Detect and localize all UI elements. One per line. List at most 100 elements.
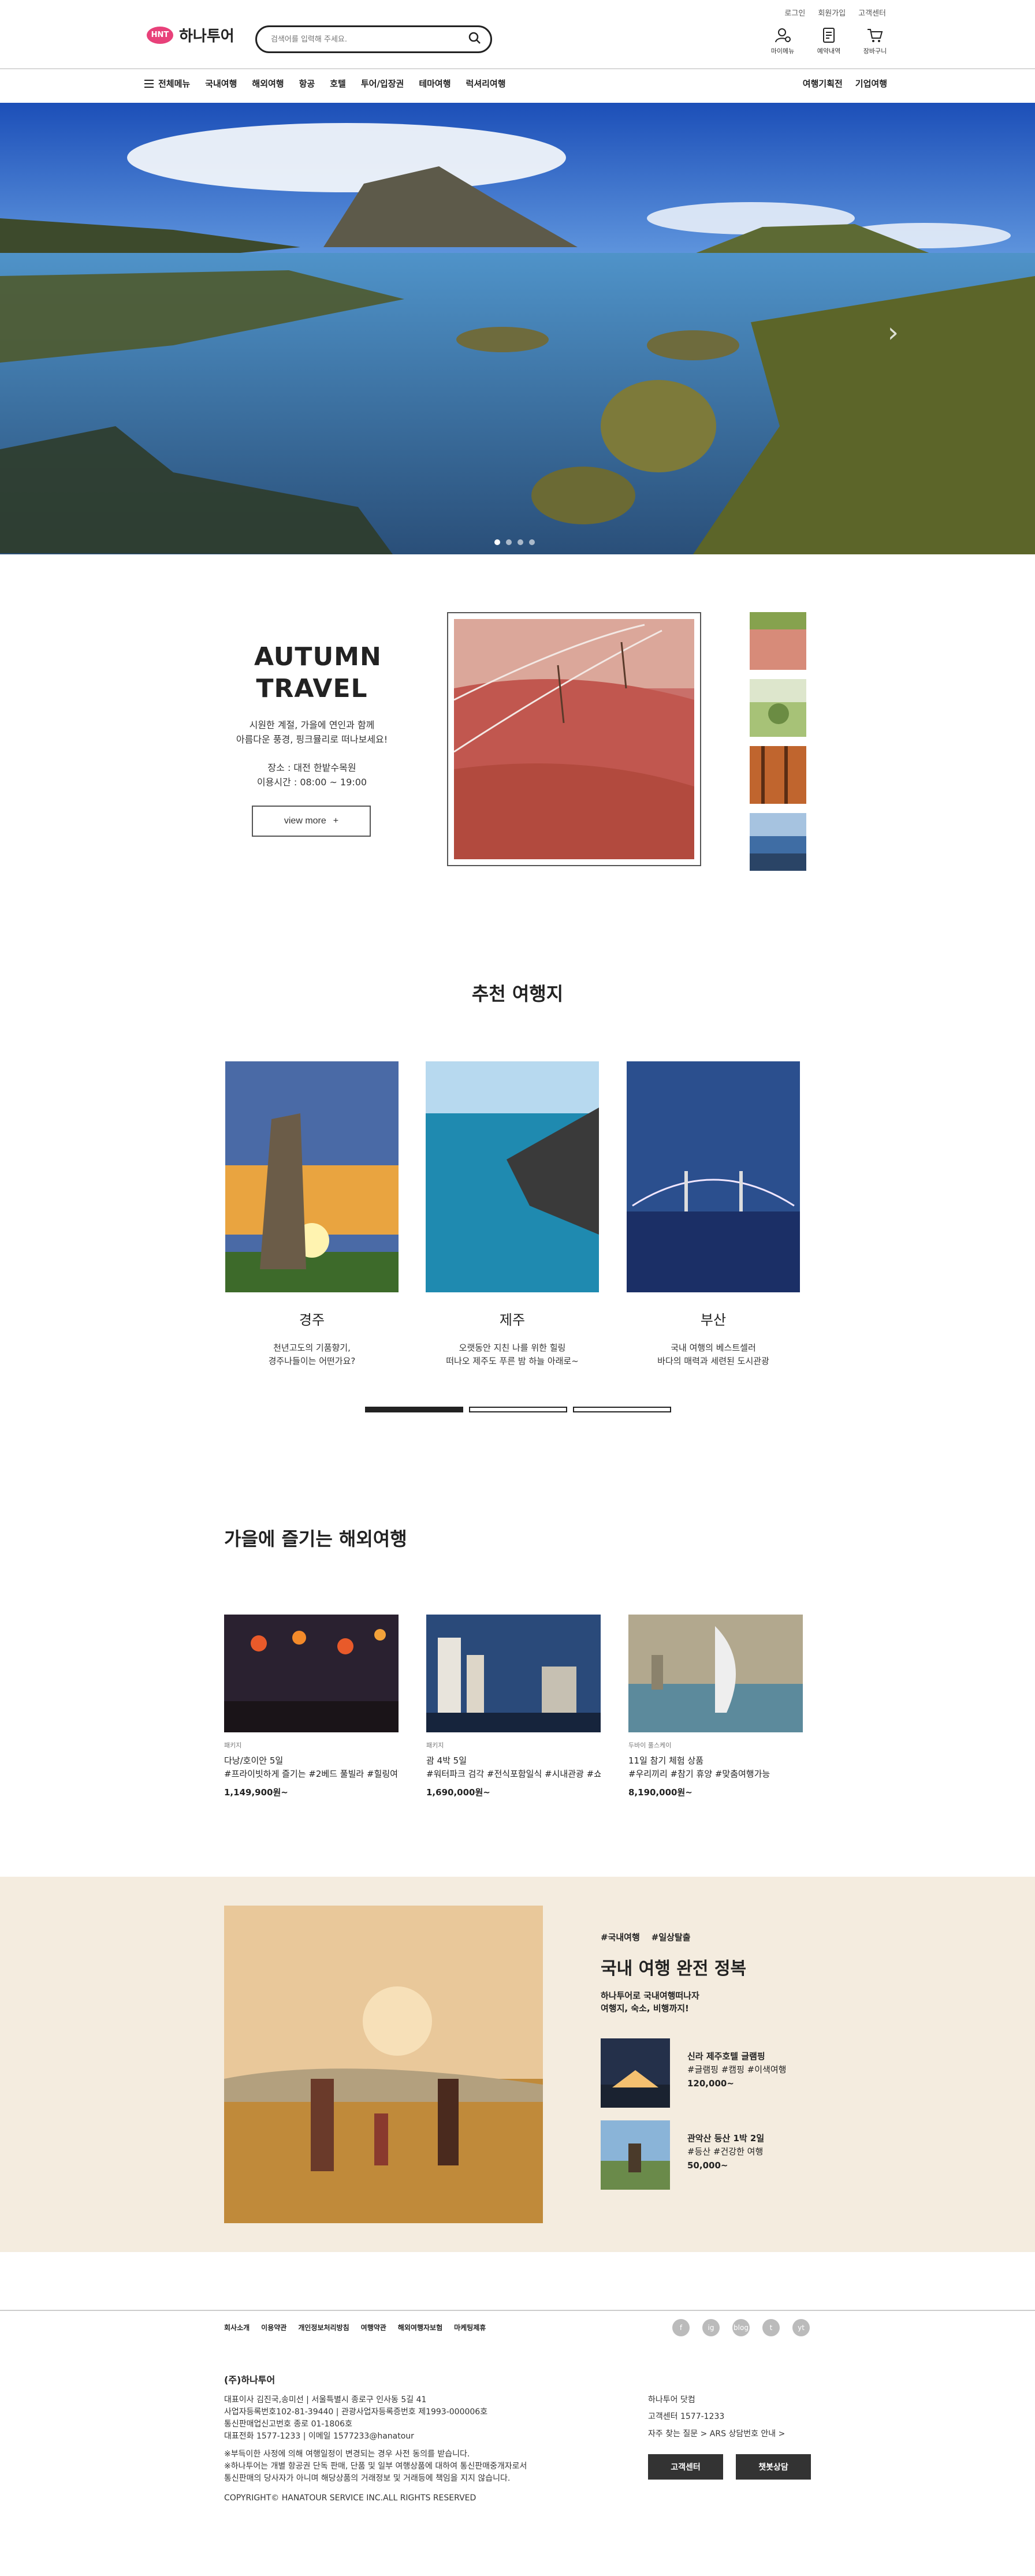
hero-image <box>0 103 1035 554</box>
domestic-item-tags: #글램핑 #캠핑 #이색여행 <box>687 2064 787 2075</box>
social-links: f ig blog t yt <box>672 2319 810 2336</box>
overseas-card[interactable]: 패키지 괌 4박 5일 #워터파크 검각 #전식포함일식 #시내관광 #쇼그룹 … <box>426 1615 601 1798</box>
overseas-image <box>628 1615 803 1732</box>
domestic-sub-line1: 하나투어로 국내여행떠나자 <box>601 1990 699 2001</box>
autumn-info: 장소 : 대전 한밭수목원 이용시간 : 08:00 ~ 19:00 <box>219 761 404 790</box>
footer-link-terms[interactable]: 이용약관 <box>261 2322 286 2332</box>
user-icon <box>775 28 791 43</box>
facebook-icon[interactable]: f <box>672 2319 690 2336</box>
my-menu-label: 마이메뉴 <box>770 47 795 55</box>
autumn-hours: 이용시간 : 08:00 ~ 19:00 <box>256 776 367 788</box>
company-name: (주)하나투어 <box>224 2374 275 2385</box>
nav-item-flight[interactable]: 항공 <box>299 77 315 90</box>
overseas-image <box>426 1615 601 1732</box>
autumn-desc-line2: 아름다운 풍경, 핑크뮬리로 떠나보세요! <box>236 733 388 745</box>
domestic-item-price: 120,000~ <box>687 2078 734 2089</box>
pager-bar[interactable] <box>365 1407 463 1412</box>
cart-button[interactable]: 장바구니 <box>861 27 889 55</box>
hero-dot[interactable] <box>506 539 512 545</box>
login-link[interactable]: 로그인 <box>784 7 805 18</box>
overseas-card[interactable]: 두바이 풀스케이 11일 참기 체험 상품 #우리끼리 #참기 휴양 #맞춤여행… <box>628 1615 803 1798</box>
instagram-icon[interactable]: ig <box>702 2319 720 2336</box>
overseas-card[interactable]: 패키지 다낭/호이안 5일 #프라이빗하게 즐기는 #2베드 풀빌라 #힐링여행… <box>224 1615 399 1798</box>
nav-item-overseas[interactable]: 해외여행 <box>252 77 284 90</box>
autumn-description: 시원한 계절, 가을에 연인과 함께 아름다운 풍경, 핑크뮬리로 떠나보세요! <box>219 718 404 747</box>
company-info: 대표이사 김진국,송미선 | 서울특별시 종로구 인사동 5길 41 사업자등록… <box>224 2394 487 2443</box>
cs-faq-links[interactable]: 자주 찾는 질문 > ARS 상담번호 안내 > <box>648 2426 785 2443</box>
autumn-place: 장소 : 대전 한밭수목원 <box>267 762 356 773</box>
recommend-desc: 오랫동안 지친 나를 위한 힐링 떠나오 제주도 푸른 밤 하늘 아래로~ <box>426 1341 599 1367</box>
hero-dot[interactable] <box>494 539 500 545</box>
cs-line: 고객센터 1577-1233 <box>648 2412 725 2422</box>
my-menu-button[interactable]: 마이메뉴 <box>768 27 797 55</box>
logo[interactable]: HNT 하나투어 <box>147 24 234 46</box>
domestic-item-image <box>601 2038 670 2108</box>
domestic-title: 국내 여행 완전 정복 <box>601 1959 747 1979</box>
signup-link[interactable]: 회원가입 <box>818 7 846 18</box>
youtube-icon[interactable]: yt <box>792 2319 810 2336</box>
nav-item-domestic[interactable]: 국내여행 <box>205 77 237 90</box>
nav-item-corporate[interactable]: 기업여행 <box>855 77 887 90</box>
overseas-price: 1,149,900원~ <box>224 1787 288 1798</box>
recommend-card-busan[interactable]: 부산 국내 여행의 베스트셀러 바다의 매력과 세련된 도시관광 <box>627 1061 800 1367</box>
recommend-desc-line1: 천년고도의 기품향기, <box>273 1343 351 1353</box>
domestic-sub-line2: 여행지, 숙소, 비행까지! <box>601 2003 689 2014</box>
nav-item-theme[interactable]: 테마여행 <box>419 77 451 90</box>
footer-link-marketing[interactable]: 마케팅제휴 <box>454 2322 486 2332</box>
hero-next-arrow[interactable]: › <box>888 316 899 349</box>
hero-banner[interactable]: › <box>0 103 1035 554</box>
overseas-title-line1: 괌 4박 5일 <box>426 1755 467 1766</box>
top-links: 로그인 회원가입 고객센터 <box>784 7 886 18</box>
domestic-subtitle: 하나투어로 국내여행떠나자 여행지, 숙소, 비행까지! <box>601 1990 699 2015</box>
recommend-card-jeju[interactable]: 제주 오랫동안 지친 나를 위한 힐링 떠나오 제주도 푸른 밤 하늘 아래로~ <box>426 1061 599 1367</box>
thumbnail[interactable] <box>750 612 806 670</box>
autumn-thumbnails <box>750 612 806 871</box>
view-more-button[interactable]: view more + <box>252 806 371 837</box>
recommend-desc: 천년고도의 기품향기, 경주나들이는 어떤가요? <box>225 1341 399 1367</box>
header-icons: 마이메뉴 예약내역 장바구니 <box>768 27 889 55</box>
recommend-desc-line2: 떠나오 제주도 푸른 밤 하늘 아래로~ <box>446 1355 579 1366</box>
pager-bar[interactable] <box>469 1407 567 1412</box>
thumbnail[interactable] <box>750 813 806 871</box>
chatbot-button[interactable]: 챗봇상담 <box>736 2454 811 2480</box>
customer-center-button[interactable]: 고객센터 <box>648 2454 723 2480</box>
company-note: ※부득이한 사정에 의해 여행일정이 변경되는 경우 사전 동의를 받습니다. … <box>224 2448 527 2485</box>
footer-link-travel-terms[interactable]: 여행약관 <box>361 2322 386 2332</box>
domestic-item-tags: #등산 #건강한 여행 <box>687 2146 764 2157</box>
footer-link-insurance[interactable]: 해외여행자보험 <box>398 2322 442 2332</box>
domestic-item[interactable]: 관악산 등산 1박 2일 #등산 #건강한 여행 50,000~ <box>601 2120 764 2190</box>
nav-item-exhibition[interactable]: 여행기획전 <box>803 77 843 90</box>
recommend-desc: 국내 여행의 베스트셀러 바다의 매력과 세련된 도시관광 <box>627 1341 800 1367</box>
recommend-desc-line1: 국내 여행의 베스트셀러 <box>671 1343 756 1353</box>
overseas-tag: 패키지 <box>426 1742 444 1749</box>
nav-item-hotel[interactable]: 호텔 <box>330 77 346 90</box>
thumbnail[interactable] <box>750 746 806 804</box>
autumn-title-line2: TRAVEL <box>256 674 368 703</box>
overseas-card-title: 11일 참기 체험 상품 #우리끼리 #참기 휴양 #맞춤여행가능 <box>628 1754 803 1780</box>
blog-icon[interactable]: blog <box>732 2319 750 2336</box>
search-icon[interactable] <box>468 32 481 47</box>
copyright: COPYRIGHT© HANATOUR SERVICE INC.ALL RIGH… <box>224 2493 476 2503</box>
reservation-button[interactable]: 예약내역 <box>814 27 843 55</box>
hero-pagination <box>494 539 535 545</box>
overseas-title: 가을에 즐기는 해외여행 <box>224 1528 407 1550</box>
nav-item-tour[interactable]: 투어/입장권 <box>361 77 404 90</box>
footer-links: 회사소개 이용약관 개인정보처리방침 여행약관 해외여행자보험 마케팅제휴 <box>224 2322 486 2332</box>
domestic-tag[interactable]: #일상탈출 <box>651 1931 691 1943</box>
all-menu-label: 전체메뉴 <box>158 79 191 89</box>
recommend-card-gyeongju[interactable]: 경주 천년고도의 기품향기, 경주나들이는 어떤가요? <box>225 1061 399 1367</box>
domestic-tag[interactable]: #국내여행 <box>601 1931 640 1943</box>
thumbnail[interactable] <box>750 679 806 737</box>
all-menu-button[interactable]: 전체메뉴 <box>144 77 190 90</box>
search-input[interactable] <box>271 35 468 44</box>
domestic-item[interactable]: 신라 제주호텔 글램핑 #글램핑 #캠핑 #이색여행 120,000~ <box>601 2038 786 2108</box>
hero-dot[interactable] <box>529 539 535 545</box>
footer-link-about[interactable]: 회사소개 <box>224 2322 250 2332</box>
nav-item-luxury[interactable]: 럭셔리여행 <box>466 77 506 90</box>
twitter-icon[interactable]: t <box>762 2319 780 2336</box>
footer-link-privacy[interactable]: 개인정보처리방침 <box>298 2322 349 2332</box>
customer-center-link[interactable]: 고객센터 <box>858 7 886 18</box>
cart-label: 장바구니 <box>863 47 887 55</box>
hero-dot[interactable] <box>518 539 523 545</box>
pager-bar[interactable] <box>573 1407 671 1412</box>
